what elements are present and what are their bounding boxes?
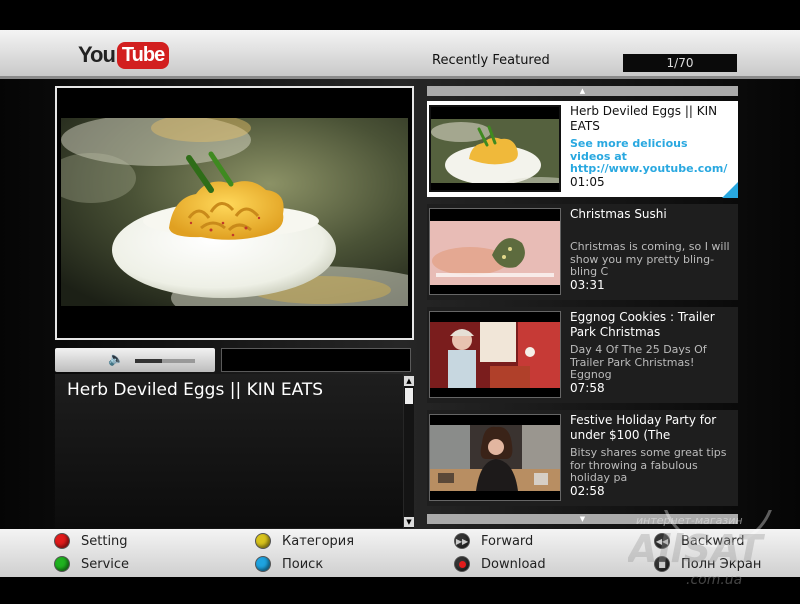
playlist-item[interactable]: Herb Deviled Eggs || KIN EATS See more d… xyxy=(427,101,738,197)
playlist-item-title: Eggnog Cookies : Trailer Park Christmas xyxy=(570,310,715,339)
fast-forward-icon: ▶▶ xyxy=(455,534,469,548)
playlist-item[interactable]: Christmas Sushi Christmas is coming, so … xyxy=(427,204,738,300)
scroll-down-arrow-icon[interactable]: ▼ xyxy=(404,517,414,527)
playlist-item-duration: 03:31 xyxy=(570,278,605,292)
download-button[interactable]: Download xyxy=(455,554,546,574)
service-label: Service xyxy=(81,556,130,572)
setting-label: Setting xyxy=(81,533,128,549)
category-label: Категория xyxy=(282,533,355,549)
playlist-item-title: Herb Deviled Eggs || KIN EATS xyxy=(570,104,718,133)
logo-tube: Tube xyxy=(116,41,170,69)
youtube-logo: You Tube xyxy=(78,40,170,70)
watermark-domain: .com.ua xyxy=(686,572,742,588)
playlist-item[interactable]: Festive Holiday Party for under $100 (Th… xyxy=(427,410,738,506)
video-thumbnail xyxy=(429,414,561,501)
watermark-brand: AllSAT xyxy=(628,527,766,571)
now-playing-title: Herb Deviled Eggs || KIN EATS xyxy=(67,380,324,400)
playlist-item-title: Christmas Sushi xyxy=(570,207,667,221)
video-thumbnail xyxy=(429,311,561,398)
playlist-item-description: Bitsy shares some great tips for throwin… xyxy=(570,447,727,484)
playlist-item-duration: 07:58 xyxy=(570,381,605,395)
green-button-icon xyxy=(55,557,69,571)
video-thumbnail xyxy=(429,208,561,295)
record-icon xyxy=(455,557,469,571)
forward-button[interactable]: ▶▶ Forward xyxy=(455,531,533,551)
playlist-item-description: Day 4 Of The 25 Days Of Trailer Park Chr… xyxy=(570,344,707,381)
list-scroll-up-icon[interactable]: ▲ xyxy=(427,86,738,96)
playlist-item-duration: 01:05 xyxy=(570,175,605,189)
logo-you: You xyxy=(78,42,116,67)
download-label: Download xyxy=(481,556,546,572)
category-button[interactable]: Категория xyxy=(256,531,354,551)
watermark-line1: интернет-магазин xyxy=(636,514,743,527)
scrollbar-thumb[interactable] xyxy=(405,388,413,404)
red-button-icon xyxy=(55,534,69,548)
playlist-item-duration: 02:58 xyxy=(570,484,605,498)
playback-status-bar xyxy=(221,348,411,372)
setting-button[interactable]: Setting xyxy=(55,531,128,551)
search-label: Поиск xyxy=(282,556,324,572)
video-thumbnail xyxy=(429,105,561,192)
playlist-item-title: Festive Holiday Party for under $100 (Th… xyxy=(570,413,717,442)
video-player[interactable] xyxy=(55,86,414,340)
page-counter: 1/70 xyxy=(623,54,737,72)
scroll-up-arrow-icon[interactable]: ▲ xyxy=(404,376,414,386)
blue-button-icon xyxy=(256,557,270,571)
playlist-item-description: Christmas is coming, so I will show you … xyxy=(570,241,730,278)
forward-label: Forward xyxy=(481,533,534,549)
yellow-button-icon xyxy=(256,534,270,548)
volume-slider-fill xyxy=(135,359,162,363)
service-button[interactable]: Service xyxy=(55,554,129,574)
playlist-item[interactable]: Eggnog Cookies : Trailer Park Christmas … xyxy=(427,307,738,403)
selection-corner-marker xyxy=(722,182,738,198)
section-title: Recently Featured xyxy=(432,53,550,68)
video-frame-image xyxy=(61,118,408,306)
search-button[interactable]: Поиск xyxy=(256,554,323,574)
playlist-item-description: See more delicious videos at http://www.… xyxy=(570,138,728,175)
watermark: интернет-магазин AllSAT .com.ua xyxy=(625,419,800,590)
speaker-icon: 🔈 xyxy=(108,352,125,367)
